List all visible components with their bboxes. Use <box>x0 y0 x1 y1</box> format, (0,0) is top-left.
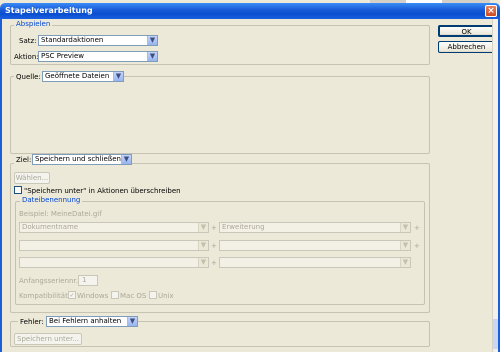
action-select[interactable]: PSC Preview ▼ <box>38 51 158 62</box>
close-icon[interactable]: × <box>485 5 497 17</box>
naming-row1-left-select[interactable]: Dokumentname ▼ <box>19 222 209 233</box>
set-label: Satz: <box>19 37 37 45</box>
start-serial-input[interactable]: 1 <box>78 275 98 286</box>
override-save-as-checkbox[interactable] <box>14 186 22 194</box>
set-select-value: Standardaktionen <box>41 36 104 44</box>
chevron-down-icon: ▼ <box>400 241 410 250</box>
window-title: Stapelverarbeitung <box>5 6 93 15</box>
chevron-down-icon: ▼ <box>147 52 157 61</box>
naming-row1-right-select[interactable]: Erweiterung ▼ <box>219 222 411 233</box>
compat-label: Kompatibilität: <box>19 292 71 300</box>
action-label: Aktion: <box>14 53 39 61</box>
ok-button[interactable]: OK <box>438 25 495 37</box>
target-select[interactable]: Speichern und schließen ▼ <box>32 154 132 165</box>
target-select-value: Speichern und schließen <box>35 155 121 163</box>
play-legend: Abspielen <box>14 20 53 28</box>
plus-icon: + <box>211 259 217 267</box>
naming-row1-right-value: Erweiterung <box>222 223 265 231</box>
target-label: Ziel: <box>14 156 34 164</box>
set-select[interactable]: Standardaktionen ▼ <box>38 35 158 46</box>
chevron-down-icon: ▼ <box>198 241 208 250</box>
override-save-as-label: "Speichern unter" in Aktionen überschrei… <box>24 187 181 195</box>
title-bar[interactable]: Stapelverarbeitung × <box>0 3 500 19</box>
errors-select-value: Bei Fehlern anhalten <box>49 317 122 325</box>
plus-icon: + <box>414 242 420 250</box>
chevron-down-icon: ▼ <box>113 72 123 81</box>
compat-mac-label: Mac OS <box>120 292 147 300</box>
compat-windows-label: Windows <box>77 292 109 300</box>
compat-unix-label: Unix <box>158 292 174 300</box>
scrollbar[interactable] <box>492 19 498 352</box>
cancel-button[interactable]: Abbrechen <box>438 41 495 53</box>
errors-label: Fehler: <box>18 318 46 326</box>
errors-select[interactable]: Bei Fehlern anhalten ▼ <box>46 316 138 327</box>
chevron-down-icon: ▼ <box>121 155 131 164</box>
naming-example: Beispiel: MeineDatei.gif <box>19 210 102 218</box>
dialog-body: Abspielen Satz: Standardaktionen ▼ Aktio… <box>0 19 500 352</box>
compat-windows-checkbox[interactable]: ✓ <box>68 291 76 299</box>
chevron-down-icon: ▼ <box>147 36 157 45</box>
scrollbar-thumb[interactable] <box>493 319 498 349</box>
chevron-down-icon: ▼ <box>198 223 208 232</box>
save-as-button[interactable]: Speichern unter... <box>14 333 82 345</box>
source-label: Quelle: <box>14 73 43 81</box>
plus-icon: + <box>211 242 217 250</box>
source-group <box>10 76 430 154</box>
chevron-down-icon: ▼ <box>400 258 410 267</box>
naming-row3-right-select[interactable]: ▼ <box>219 257 411 268</box>
source-select[interactable]: Geöffnete Dateien ▼ <box>42 71 124 82</box>
chevron-down-icon: ▼ <box>400 223 410 232</box>
naming-row2-left-select[interactable]: ▼ <box>19 240 209 251</box>
source-select-value: Geöffnete Dateien <box>45 72 110 80</box>
chevron-down-icon: ▼ <box>127 317 137 326</box>
choose-button[interactable]: Wählen... <box>14 172 50 184</box>
chevron-down-icon: ▼ <box>198 258 208 267</box>
action-select-value: PSC Preview <box>41 52 85 60</box>
start-serial-label: Anfangsseriennr.: <box>19 277 81 285</box>
naming-row1-left-value: Dokumentname <box>22 223 79 231</box>
plus-icon: + <box>211 224 217 232</box>
compat-unix-checkbox[interactable] <box>149 291 157 299</box>
naming-row3-left-select[interactable]: ▼ <box>19 257 209 268</box>
naming-legend: Dateibenennung <box>20 196 83 204</box>
compat-mac-checkbox[interactable] <box>111 291 119 299</box>
naming-row2-right-select[interactable]: ▼ <box>219 240 411 251</box>
plus-icon: + <box>414 224 420 232</box>
